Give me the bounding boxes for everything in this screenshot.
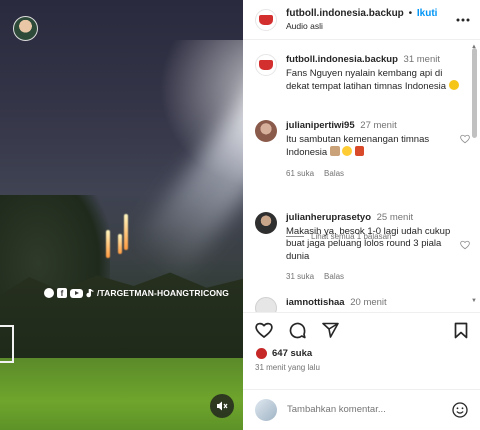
comment: iamnottishaa 20 menit <box>255 297 460 312</box>
likes-count[interactable]: 647 suka <box>272 348 312 359</box>
comment-likes[interactable]: 61 suka <box>286 168 314 181</box>
caption-username[interactable]: futboll.indonesia.backup <box>286 54 398 65</box>
add-comment-bar <box>243 389 480 429</box>
commenter-avatar[interactable] <box>255 120 277 142</box>
caption-text: Fans Nguyen nyalain kembang api di dekat… <box>286 67 447 93</box>
comment-bubble-icon[interactable] <box>289 322 306 339</box>
reply-button[interactable]: Balas <box>324 168 344 181</box>
comment-time: 27 menit <box>360 120 397 131</box>
audio-label[interactable]: Audio asli <box>286 21 450 31</box>
comment: julianipertiwi95 27 menit Itu sambutan k… <box>255 120 470 181</box>
like-heart-icon[interactable] <box>255 322 273 338</box>
post-panel: futboll.indonesia.backup • Ikuti Audio a… <box>243 0 480 430</box>
post-caption: futboll.indonesia.backup 31 menit Fans N… <box>255 54 460 94</box>
club-crest-icon <box>259 60 273 70</box>
post-footer: 647 suka 31 menit yang lalu <box>243 312 480 421</box>
firework <box>124 214 128 250</box>
video-watermark: f /TARGETMAN-HOANGTRICONG <box>44 288 229 298</box>
video-player[interactable]: f /TARGETMAN-HOANGTRICONG <box>0 0 243 430</box>
comment-time: 20 menit <box>350 297 387 308</box>
facebook-icon: f <box>57 288 67 298</box>
comment-likes[interactable]: 31 suka <box>286 271 314 284</box>
post-time: 31 menit yang lalu <box>255 363 320 372</box>
add-comment-input[interactable] <box>287 404 452 415</box>
indonesia-flag-emoji-icon <box>355 146 365 156</box>
like-comment-heart-icon[interactable] <box>460 240 470 250</box>
scroll-down-arrow-icon[interactable]: ▼ <box>471 298 477 304</box>
bookmark-icon[interactable] <box>454 322 468 339</box>
heart-eyes-emoji-icon <box>342 146 353 156</box>
football-field <box>0 358 243 430</box>
goal-post <box>0 325 14 363</box>
liker-avatar <box>255 347 268 360</box>
comment-username[interactable]: julianheruprasetyo <box>286 212 371 223</box>
share-paper-plane-icon[interactable] <box>322 322 339 338</box>
comment: julianheruprasetyo 25 menit Makasih ya, … <box>255 212 470 284</box>
current-user-avatar <box>255 398 277 421</box>
comment-text: Makasih ya, besok 1-0 lagi udah cukup bu… <box>286 225 451 262</box>
firework <box>106 230 110 258</box>
action-bar <box>243 313 480 347</box>
caption-avatar[interactable] <box>255 54 277 76</box>
follow-button[interactable]: Ikuti <box>417 8 438 19</box>
comment-username[interactable]: iamnottishaa <box>286 297 345 308</box>
scrollbar-thumb[interactable] <box>472 48 477 138</box>
laughing-emoji-icon <box>448 80 459 90</box>
watermark-handle: /TARGETMAN-HOANGTRICONG <box>97 288 229 298</box>
youtube-icon <box>70 288 83 298</box>
post-header: futboll.indonesia.backup • Ikuti Audio a… <box>243 0 480 40</box>
commenter-avatar[interactable] <box>255 212 277 234</box>
speaker-muted-icon <box>217 401 228 411</box>
comment-time: 25 menit <box>376 212 414 223</box>
firework <box>118 234 122 254</box>
commenter-avatar[interactable] <box>255 297 277 312</box>
instagram-icon <box>44 288 54 298</box>
praying-hands-emoji-icon <box>329 146 340 156</box>
like-comment-heart-icon[interactable] <box>460 134 470 144</box>
reply-button[interactable]: Balas <box>324 271 344 284</box>
treeline <box>0 272 243 358</box>
club-crest-icon <box>259 14 273 25</box>
account-username[interactable]: futboll.indonesia.backup <box>286 8 404 19</box>
comments-section[interactable]: futboll.indonesia.backup 31 menit Fans N… <box>243 44 480 312</box>
account-avatar[interactable] <box>255 8 277 31</box>
more-horizontal-icon[interactable] <box>456 18 470 22</box>
tiktok-icon <box>86 288 94 297</box>
caption-time: 31 menit <box>403 54 440 65</box>
emoji-picker-icon[interactable] <box>452 401 468 418</box>
comment-username[interactable]: julianipertiwi95 <box>286 120 355 131</box>
separator-dot: • <box>408 8 413 19</box>
video-creator-avatar[interactable] <box>13 16 38 41</box>
mute-button[interactable] <box>210 394 234 418</box>
likes-summary[interactable]: 647 suka <box>243 347 480 360</box>
